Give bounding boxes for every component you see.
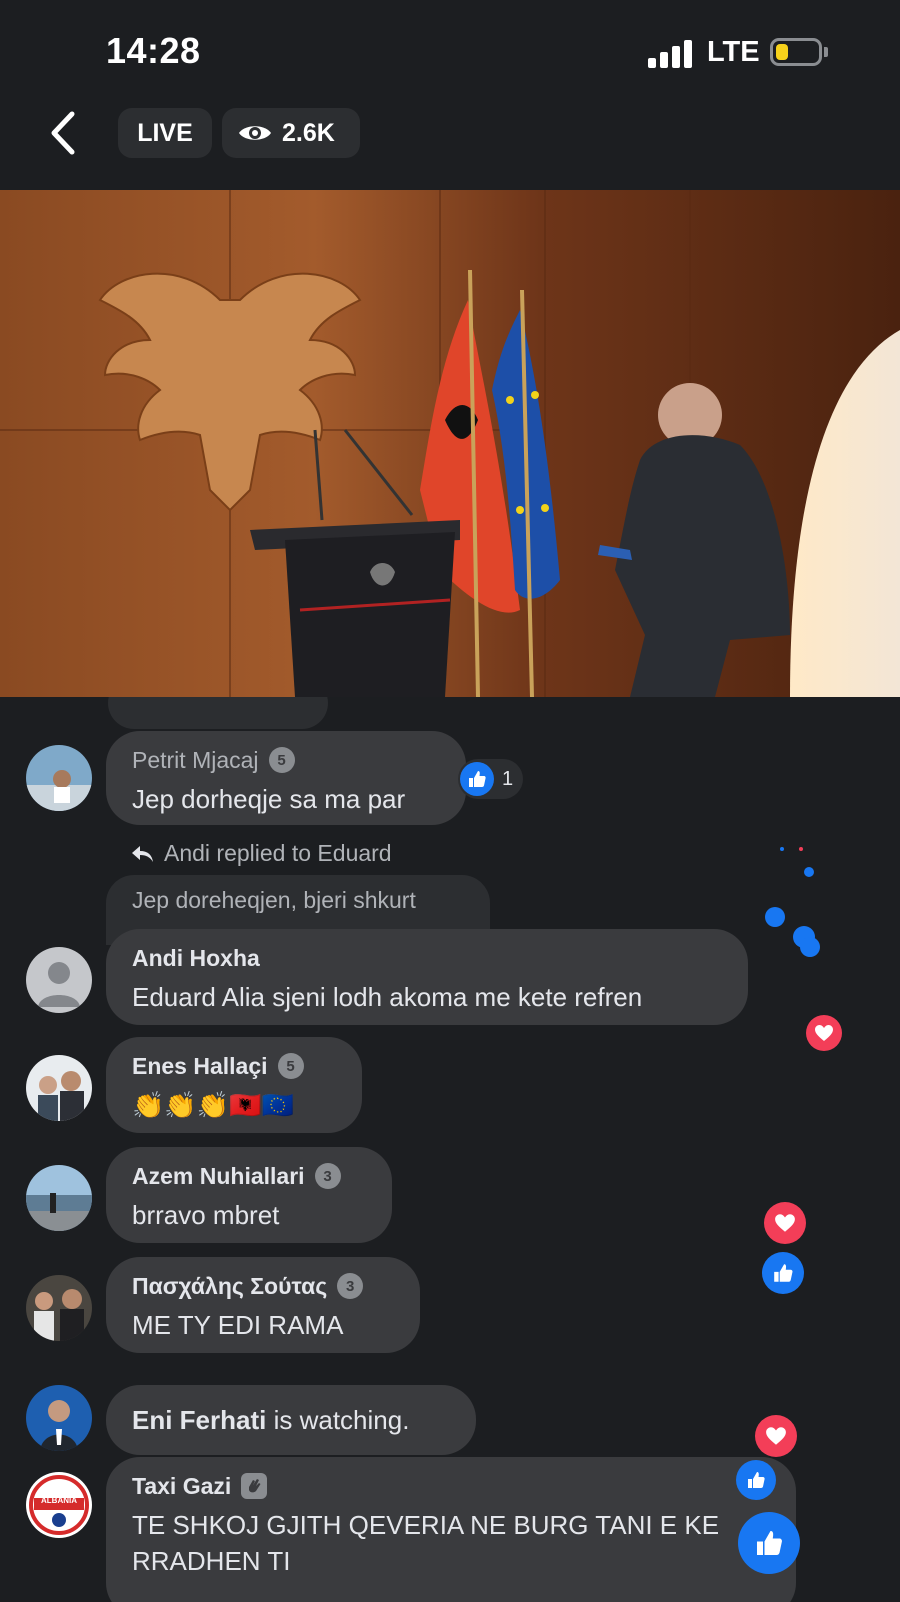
like-icon xyxy=(460,762,494,796)
avatar[interactable] xyxy=(26,1385,92,1451)
chevron-left-icon xyxy=(51,111,75,155)
comment-text: TE SHKOJ GJITH QEVERIA NE BURG TANI E KE… xyxy=(132,1510,720,1576)
watching-text: is watching. xyxy=(273,1405,410,1435)
profile-photo xyxy=(26,1275,92,1341)
comment-bubble[interactable]: Andi Hoxha Eduard Alia sjeni lodh akoma … xyxy=(106,929,748,1025)
comment-bubble[interactable]: Petrit Mjacaj 5 Jep dorheqje sa ma par xyxy=(106,731,466,825)
like-count: 1 xyxy=(502,767,514,790)
live-label: LIVE xyxy=(137,118,193,147)
commenter-name[interactable]: Enes Hallaçi xyxy=(132,1053,268,1080)
status-bar: 14:28 LTE xyxy=(0,0,900,100)
eye-icon xyxy=(239,126,271,140)
commenter-name[interactable]: Azem Nuhiallari xyxy=(132,1163,305,1190)
profile-photo xyxy=(26,1055,92,1121)
video-frame xyxy=(0,190,900,697)
comment-bubble[interactable]: Πασχάλης Σούτας 3 ME TY EDI RAMA xyxy=(106,1257,420,1353)
comment-list[interactable]: Petrit Mjacaj 5 Jep dorheqje sa ma par 1 … xyxy=(0,697,900,1602)
default-avatar-icon xyxy=(26,947,92,1013)
avatar[interactable] xyxy=(26,1165,92,1231)
network-label: LTE xyxy=(707,36,760,68)
floating-heart-icon xyxy=(806,1015,842,1051)
clock: 14:28 xyxy=(106,30,201,71)
commenter-name[interactable]: Taxi Gazi xyxy=(132,1473,231,1500)
comment-bubble[interactable]: Taxi Gazi TE SHKOJ GJITH QEVERIA NE BURG… xyxy=(106,1457,796,1602)
watching-notice[interactable]: Eni Ferhati is watching. xyxy=(106,1385,476,1455)
battery-icon xyxy=(770,38,828,66)
avatar-logo-text: ALBANIA xyxy=(41,1496,77,1505)
live-badge: LIVE xyxy=(118,108,212,158)
avatar[interactable] xyxy=(26,1275,92,1341)
fan-badge: 3 xyxy=(337,1273,364,1299)
profile-photo xyxy=(26,1472,92,1538)
comment-text: 👏👏👏🇦🇱🇪🇺 xyxy=(132,1090,294,1120)
commenter-name[interactable]: Πασχάλης Σούτας xyxy=(132,1273,327,1300)
fan-badge: 3 xyxy=(314,1163,341,1189)
floating-heart-icon xyxy=(764,1202,806,1244)
watcher-name[interactable]: Eni Ferhati xyxy=(132,1405,266,1435)
floating-like-icon xyxy=(804,867,814,877)
avatar[interactable] xyxy=(26,947,92,1013)
viewer-count: 2.6K xyxy=(282,118,335,147)
reply-arrow-icon xyxy=(132,845,153,862)
avatar[interactable] xyxy=(26,745,92,811)
reaction-particle xyxy=(799,847,803,851)
fan-badge: 5 xyxy=(268,747,295,773)
viewer-count-badge[interactable]: 2.6K xyxy=(222,108,360,158)
avatar[interactable] xyxy=(26,1055,92,1121)
avatar[interactable] xyxy=(26,1472,92,1538)
floating-like-icon xyxy=(762,1252,804,1294)
comment-reactions[interactable]: 1 xyxy=(458,759,524,799)
comment-text: Eduard Alia sjeni lodh akoma me kete ref… xyxy=(132,982,643,1012)
reply-context[interactable]: Andi replied to Eduard xyxy=(130,840,392,867)
floating-like-icon xyxy=(738,1512,800,1574)
previous-comment-stub xyxy=(108,697,328,729)
commenter-name[interactable]: Andi Hoxha xyxy=(132,945,260,972)
reply-context-text: Andi replied to Eduard xyxy=(164,840,392,866)
comment-text: ME TY EDI RAMA xyxy=(132,1310,344,1340)
floating-heart-icon xyxy=(755,1415,797,1457)
back-button[interactable] xyxy=(44,108,84,158)
comment-text: brravo mbret xyxy=(132,1200,280,1230)
fan-badge: 5 xyxy=(277,1053,304,1079)
quoted-comment-text: Jep doreheqjen, bjeri shkurt xyxy=(132,887,416,913)
profile-photo xyxy=(26,1385,92,1451)
floating-like-icon xyxy=(765,907,785,927)
comment-bubble[interactable]: Enes Hallaçi 5 👏👏👏🇦🇱🇪🇺 xyxy=(106,1037,362,1133)
comment-bubble[interactable]: Azem Nuhiallari 3 brravo mbret xyxy=(106,1147,392,1243)
profile-photo xyxy=(26,745,92,811)
live-video[interactable] xyxy=(0,190,900,697)
reaction-particle xyxy=(780,847,784,851)
profile-photo xyxy=(26,1165,92,1231)
commenter-name[interactable]: Petrit Mjacaj xyxy=(132,747,259,774)
signal-icon xyxy=(648,40,694,68)
comment-text: Jep dorheqje sa ma par xyxy=(132,784,406,814)
wave-icon xyxy=(241,1473,268,1499)
floating-like-icon xyxy=(800,937,820,957)
floating-like-icon xyxy=(736,1460,776,1500)
